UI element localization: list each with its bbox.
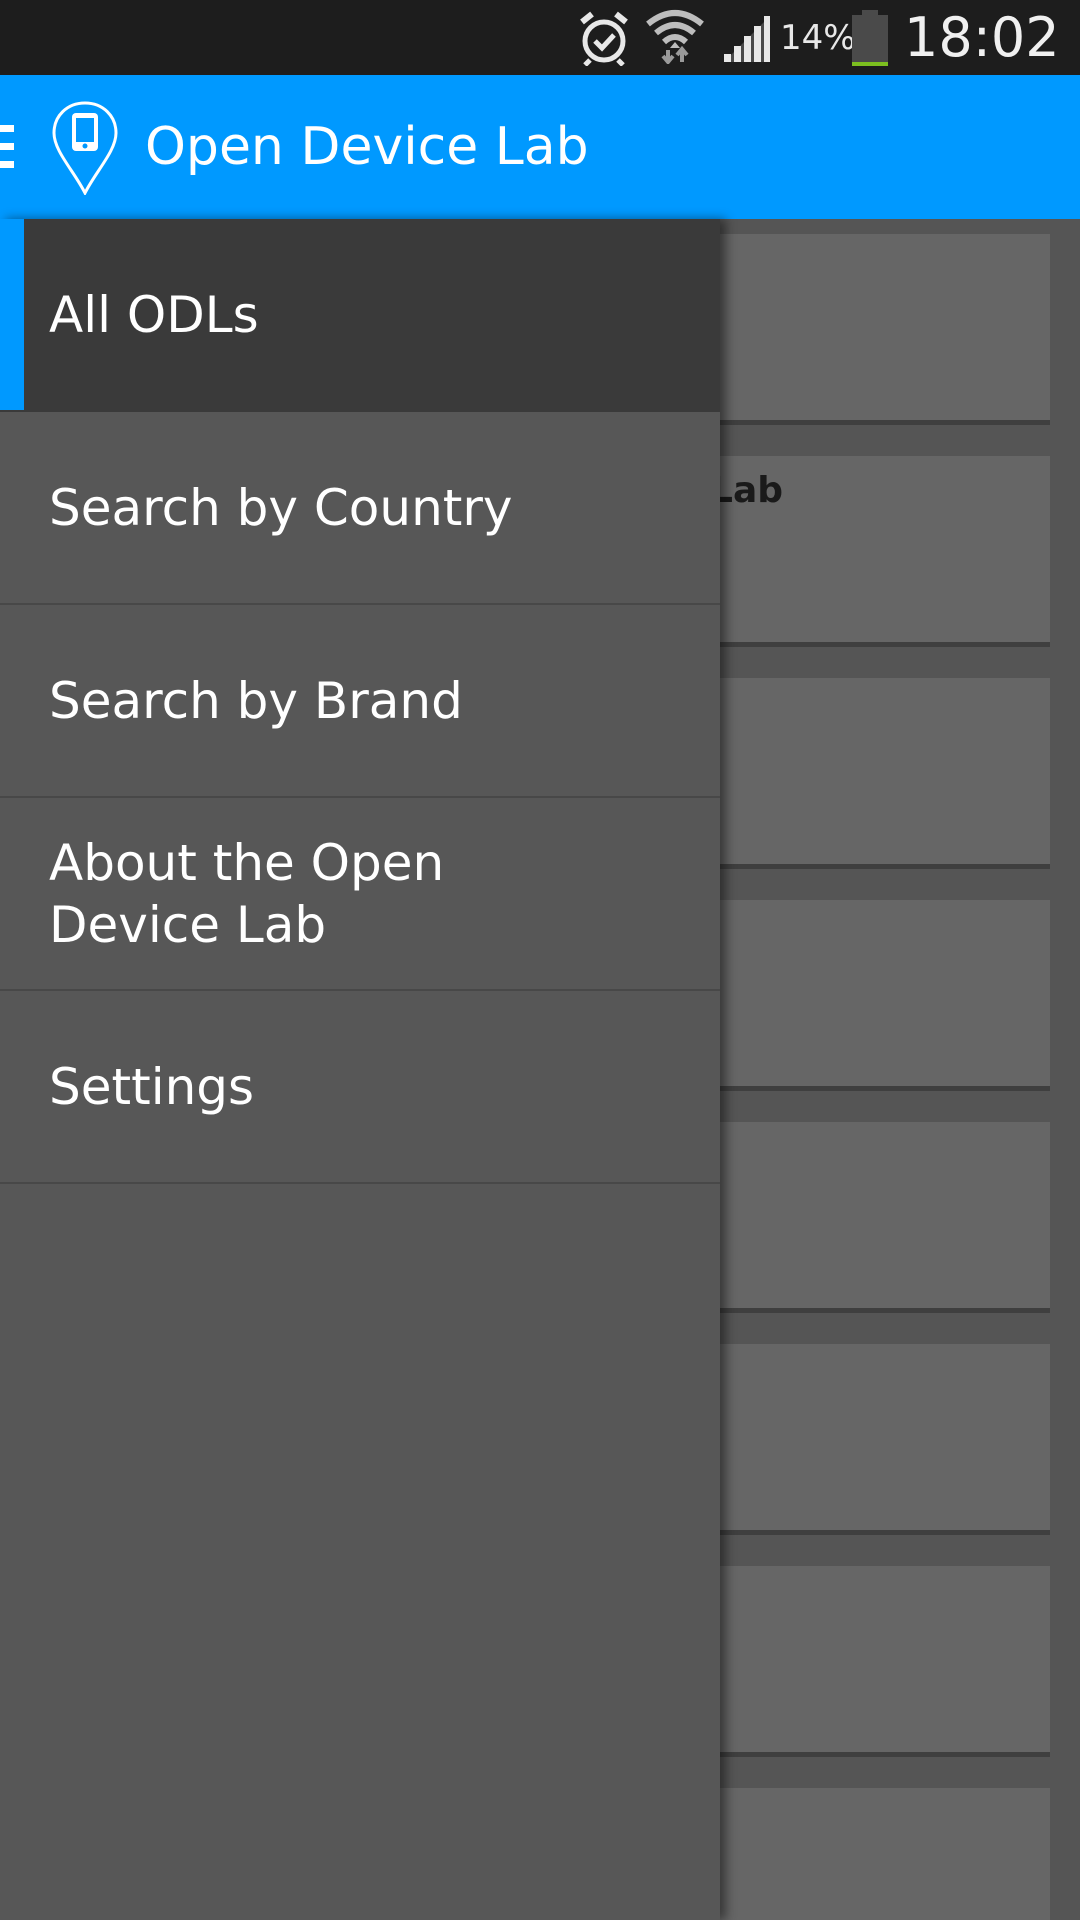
app-title: Open Device Lab <box>145 117 589 177</box>
drawer-item-label: About the Open Device Lab <box>49 833 445 954</box>
drawer-item-about[interactable]: About the Open Device Lab <box>0 798 720 991</box>
screen: 14% 18:02 Open Device Lab Lab All ODLs S… <box>0 0 1080 1920</box>
clock: 18:02 <box>904 6 1060 69</box>
hamburger-icon[interactable] <box>0 125 16 169</box>
status-bar: 14% 18:02 <box>0 0 1080 75</box>
device-pin-logo-icon[interactable] <box>50 99 120 195</box>
drawer-item-label: Search by Brand <box>49 671 463 730</box>
lab-card[interactable] <box>700 1344 1050 1535</box>
lab-card[interactable] <box>700 1122 1050 1313</box>
alarm-icon <box>580 11 628 66</box>
drawer-item-label: Settings <box>49 1057 255 1116</box>
wifi-icon <box>646 10 704 64</box>
lab-card[interactable] <box>700 900 1050 1091</box>
lab-card[interactable] <box>700 1566 1050 1757</box>
drawer-item-settings[interactable]: Settings <box>0 991 720 1184</box>
navigation-drawer: All ODLs Search by Country Search by Bra… <box>0 219 720 1920</box>
lab-card[interactable] <box>700 1788 1050 1920</box>
drawer-item-search-by-brand[interactable]: Search by Brand <box>0 605 720 798</box>
action-bar: Open Device Lab <box>0 75 1080 219</box>
battery-icon <box>852 10 888 66</box>
lab-card[interactable]: Lab <box>700 456 1050 647</box>
lab-card[interactable] <box>700 234 1050 425</box>
signal-icon <box>724 16 770 62</box>
card-title: Lab <box>710 470 784 511</box>
lab-card[interactable] <box>700 678 1050 869</box>
drawer-item-all-odls[interactable]: All ODLs <box>0 219 720 412</box>
drawer-item-search-by-country[interactable]: Search by Country <box>0 412 720 605</box>
active-indicator <box>0 219 24 410</box>
drawer-item-label: Search by Country <box>49 478 513 537</box>
drawer-item-label: All ODLs <box>49 285 259 344</box>
battery-percent: 14% <box>780 18 856 58</box>
